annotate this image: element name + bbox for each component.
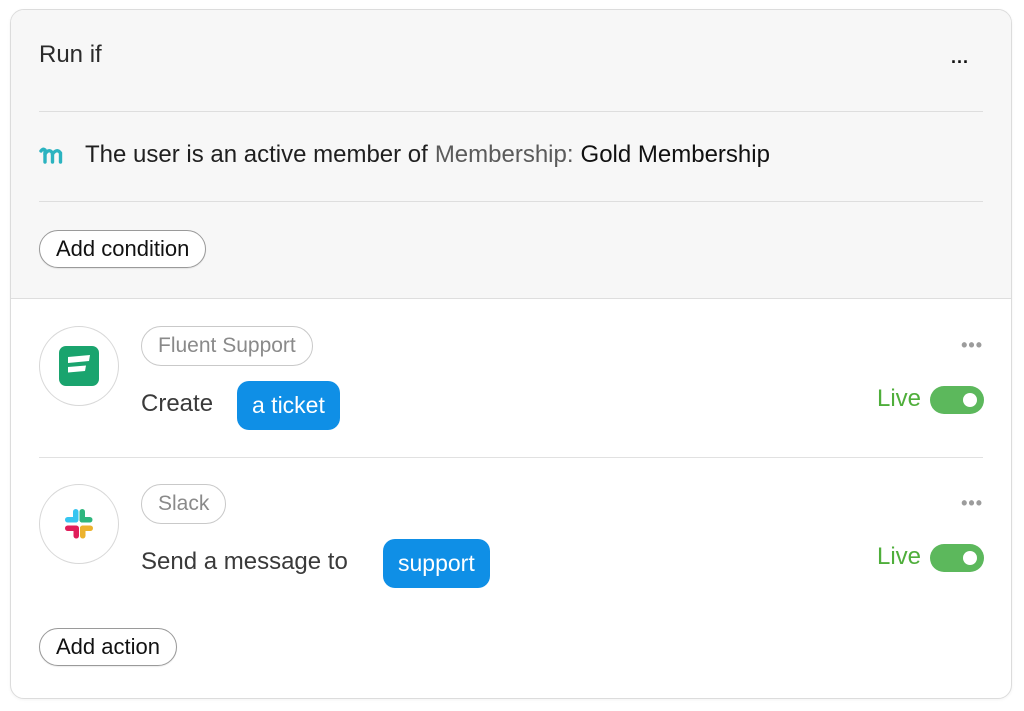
- live-toggle[interactable]: [930, 544, 984, 572]
- fluent-support-icon: [59, 346, 99, 386]
- condition-row[interactable]: The user is an active member of Membersh…: [39, 141, 770, 169]
- slack-icon: [65, 509, 93, 539]
- action-more-menu-icon[interactable]: •••: [961, 336, 983, 354]
- add-condition-button[interactable]: Add condition: [39, 230, 207, 268]
- memberpress-m-icon: [39, 147, 63, 164]
- automation-card: Run if ... The user is an active member …: [10, 9, 1012, 699]
- run-if-title: Run if: [39, 41, 102, 68]
- toggle-knob: [963, 393, 977, 407]
- divider: [39, 111, 983, 112]
- condition-prefix: The user is an active member of: [85, 141, 428, 168]
- run-if-section: Run if ... The user is an active member …: [11, 10, 1011, 299]
- action-verb: Send a message to: [141, 548, 348, 575]
- action-row-slack: Slack Send a message to support ••• Live: [11, 468, 1011, 618]
- condition-field: Membership:: [434, 141, 574, 168]
- divider: [39, 201, 983, 202]
- add-action-button[interactable]: Add action: [39, 628, 177, 666]
- condition-value: Gold Membership: [580, 141, 770, 168]
- action-more-menu-icon[interactable]: •••: [961, 494, 983, 512]
- slack-logo: [39, 484, 119, 564]
- run-if-more-menu-icon[interactable]: ...: [951, 48, 969, 66]
- live-toggle[interactable]: [930, 386, 984, 414]
- fluent-support-logo: [39, 326, 119, 406]
- live-status-label: Live: [876, 543, 921, 570]
- divider: [39, 457, 983, 458]
- toggle-knob: [963, 551, 977, 565]
- live-status-label: Live: [876, 385, 921, 412]
- action-row-fluent-support: Fluent Support Create a ticket ••• Live: [11, 310, 1011, 460]
- app-name-pill: Fluent Support: [141, 326, 313, 366]
- action-object-pill[interactable]: support: [383, 539, 490, 588]
- action-verb: Create: [141, 390, 214, 417]
- action-object-pill[interactable]: a ticket: [237, 381, 340, 430]
- app-name-pill: Slack: [141, 484, 227, 524]
